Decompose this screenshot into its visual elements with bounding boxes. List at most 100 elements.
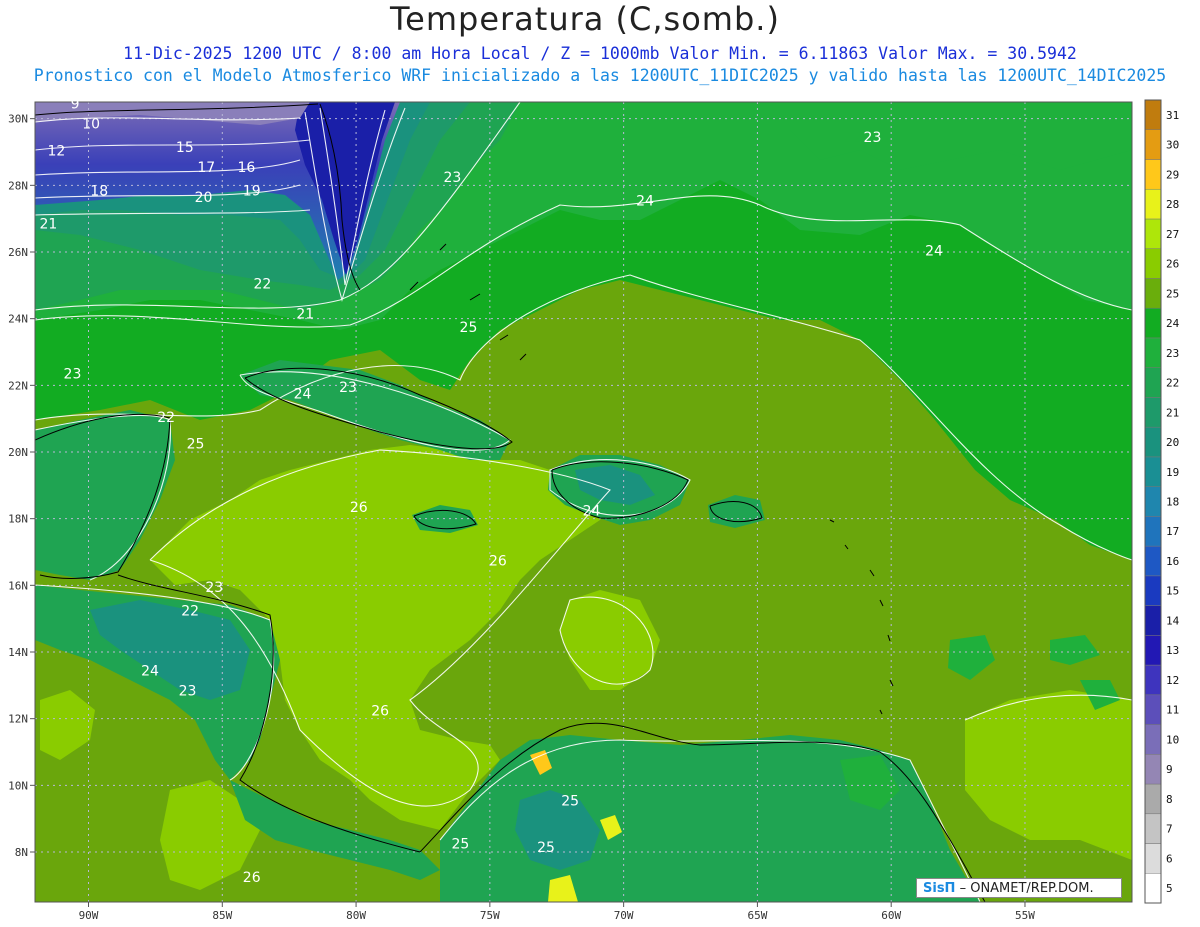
colorbar-swatch [1144, 843, 1162, 874]
colorbar-swatch [1144, 99, 1162, 130]
colorbar-swatch [1144, 873, 1162, 904]
lat-tick-label: 20N [8, 446, 28, 459]
contour-label: 23 [205, 580, 223, 596]
credit-org: – ONAMET/REP.DOM. [959, 881, 1094, 896]
contour-label: 20 [195, 190, 213, 206]
colorbar-swatch [1144, 367, 1162, 398]
colorbar-swatch [1144, 813, 1162, 844]
colorbar-swatch [1144, 754, 1162, 785]
colorbar-swatch [1144, 664, 1162, 696]
colorbar-swatch [1144, 545, 1162, 577]
colorbar-label: 11 [1166, 704, 1179, 717]
contour-label: 19 [243, 183, 261, 199]
contour-label: 21 [39, 217, 57, 233]
temperature-colorbar: 5 6 7 8 9 10 11 12 13 14 15 16 17 18 19 20 21 22 23 24 25 26 2… [1144, 99, 1180, 904]
contour-label: 26 [243, 870, 261, 886]
colorbar-swatch [1144, 248, 1162, 279]
lon-tick-label: 90W [79, 909, 99, 922]
lon-tick-label: 80W [346, 909, 366, 922]
colorbar-swatch [1144, 605, 1162, 636]
contour-label: 16 [237, 160, 255, 176]
latitude-axis: 8N 10N 12N 14N 16N 18N 20N 22N 24N 26N 28N 30N [8, 113, 35, 859]
colorbar-label: 5 [1166, 882, 1173, 895]
colorbar-swatch [1144, 159, 1162, 190]
colorbar-label: 10 [1166, 733, 1179, 746]
map-field [35, 102, 1132, 902]
contour-label: 26 [489, 553, 507, 569]
colorbar-swatch [1144, 426, 1162, 458]
colorbar-label: 21 [1166, 406, 1179, 419]
colorbar-label: 27 [1166, 228, 1179, 241]
contour-label: 9 [71, 97, 80, 113]
contour-label: 21 [296, 307, 314, 323]
colorbar-swatch [1144, 516, 1162, 547]
contour-label: 23 [864, 130, 882, 146]
colorbar-swatch [1144, 188, 1162, 220]
colorbar-swatch [1144, 397, 1162, 428]
colorbar-swatch [1144, 724, 1162, 755]
colorbar-label: 28 [1166, 198, 1179, 211]
colorbar-label: 14 [1166, 614, 1180, 627]
colorbar-swatch [1144, 278, 1162, 309]
contour-label: 10 [82, 117, 100, 133]
colorbar-label: 31 [1166, 109, 1179, 122]
lon-tick-label: 60W [881, 909, 901, 922]
colorbar-label: 26 [1166, 258, 1179, 271]
contour-label: 25 [452, 837, 470, 853]
colorbar-swatch [1144, 337, 1162, 368]
lat-tick-label: 10N [8, 779, 28, 792]
colorbar-label: 22 [1166, 377, 1179, 390]
colorbar-label: 30 [1166, 139, 1179, 152]
contour-label: 18 [90, 183, 108, 199]
lat-tick-label: 8N [15, 846, 28, 859]
colorbar-label: 7 [1166, 823, 1173, 836]
colorbar-label: 12 [1166, 674, 1179, 687]
colorbar-swatch [1144, 635, 1162, 666]
colorbar-swatch [1144, 456, 1162, 487]
sispi-logo: SisΠ [923, 881, 956, 896]
colorbar-label: 25 [1166, 287, 1179, 300]
colorbar-label: 29 [1166, 168, 1179, 181]
contour-label: 25 [537, 840, 555, 856]
lat-tick-label: 22N [8, 379, 28, 392]
lon-tick-label: 55W [1015, 909, 1035, 922]
colorbar-label: 13 [1166, 644, 1179, 657]
contour-label: 24 [141, 663, 159, 679]
colorbar-label: 23 [1166, 347, 1179, 360]
lat-tick-label: 30N [8, 113, 28, 126]
colorbar-swatch [1144, 307, 1162, 339]
lat-tick-label: 26N [8, 246, 28, 259]
contour-label: 22 [157, 410, 175, 426]
colorbar-label: 9 [1166, 763, 1173, 776]
colorbar-label: 20 [1166, 436, 1179, 449]
colorbar-label: 24 [1166, 317, 1180, 330]
contour-label: 23 [64, 367, 82, 383]
lat-tick-label: 12N [8, 713, 28, 726]
contour-label: 15 [176, 140, 194, 156]
contour-label: 24 [925, 243, 943, 259]
colorbar-swatch [1144, 486, 1162, 517]
lon-tick-label: 70W [614, 909, 634, 922]
contour-label: 23 [179, 683, 197, 699]
colorbar-label: 18 [1166, 496, 1179, 509]
credit-box: SisΠ – ONAMET/REP.DOM. [916, 878, 1122, 898]
temperature-map: 90W 85W 80W 75W 70W 65W 60W 55W 8N 10N 12N 14N 16N 1… [8, 97, 1180, 922]
contour-label: 25 [460, 320, 478, 336]
contour-label: 26 [371, 703, 389, 719]
colorbar-swatch [1144, 575, 1162, 606]
contour-label: 12 [47, 143, 65, 159]
contour-label: 17 [197, 160, 215, 176]
lon-tick-label: 75W [480, 909, 500, 922]
lat-tick-label: 24N [8, 313, 28, 326]
longitude-axis: 90W 85W 80W 75W 70W 65W 60W 55W [79, 902, 1035, 922]
colorbar-swatch [1144, 694, 1162, 725]
contour-label: 24 [636, 193, 654, 209]
contour-label: 24 [583, 503, 601, 519]
contour-label: 24 [294, 387, 312, 403]
colorbar-swatch [1144, 783, 1162, 815]
contour-label: 22 [181, 603, 199, 619]
colorbar-label: 17 [1166, 525, 1179, 538]
colorbar-swatch [1144, 218, 1162, 249]
contour-label: 22 [254, 277, 272, 293]
colorbar-label: 15 [1166, 585, 1179, 598]
